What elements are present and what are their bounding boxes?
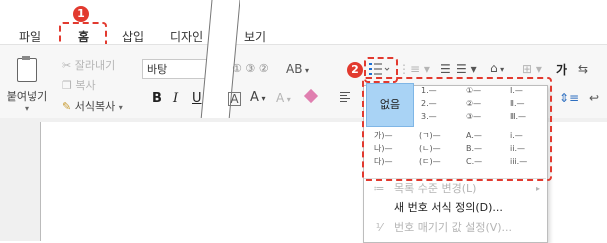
paint-bucket-icon: ⌂ xyxy=(490,61,498,75)
subscript-label: AB xyxy=(286,62,303,76)
text-effect-label: A xyxy=(276,91,285,105)
ribbon-tab-bar: 파일 홈 삽입 디자인 보기 1 xyxy=(0,0,607,50)
list-item: (ㄷ)— xyxy=(419,157,441,166)
align-left-icon[interactable] xyxy=(340,92,350,102)
list-item: C.— xyxy=(466,157,483,166)
list-item: 3.— xyxy=(421,112,437,121)
numbering-none-label: 없음 xyxy=(379,98,401,111)
list-item: Ⅰ.— xyxy=(510,86,523,95)
list-item: Ⅱ.— xyxy=(510,99,525,108)
numbering-cell-jamo[interactable]: (ㄱ)— (ㄴ)— (ㄷ)— xyxy=(419,129,465,173)
paintbrush-icon: ✎ xyxy=(62,100,72,113)
menu-item-label: 번호 매기기 값 설정(V)... xyxy=(394,221,513,234)
numbering-button[interactable] xyxy=(369,62,391,76)
cut-button[interactable]: ✂ 잘라내기 xyxy=(62,57,115,73)
numbering-cell-circled[interactable]: ①— ②— ③— xyxy=(466,84,512,128)
list-item: (ㄱ)— xyxy=(419,131,441,140)
numbering-cell-roman-lower[interactable]: i.— ii.— iii.— xyxy=(510,129,556,173)
numbering-cell-hangul[interactable]: 가)— 나)— 다)— xyxy=(374,129,420,173)
copy-button[interactable]: ❐ 복사 xyxy=(62,77,96,93)
tab-view[interactable]: 보기 xyxy=(244,28,266,45)
list-item: ii.— xyxy=(510,144,525,153)
list-item: i.— xyxy=(510,131,523,140)
menu-item-change-level[interactable]: ≔ 목록 수준 변경(L) ▸ xyxy=(366,180,544,198)
numbering-cell-roman-upper[interactable]: Ⅰ.— Ⅱ.— Ⅲ.— xyxy=(510,84,556,128)
tab-file[interactable]: 파일 xyxy=(19,28,41,45)
char-shade-button[interactable]: A ▾ xyxy=(250,90,265,105)
show-marks-icon[interactable]: ↩ xyxy=(589,91,599,105)
scissors-icon: ✂ xyxy=(62,59,72,72)
chevron-down-icon: ▾ xyxy=(118,103,123,112)
list-item: 가)— xyxy=(374,131,393,140)
list-item: A.— xyxy=(466,131,482,140)
menu-item-set-value[interactable]: ⅟ 번호 매기기 값 설정(V)... xyxy=(366,219,544,237)
list-item: 1.— xyxy=(421,86,437,95)
list-item: Ⅲ.— xyxy=(510,112,527,121)
menu-item-label: 새 번호 서식 정의(D)... xyxy=(394,201,503,214)
decrease-indent-button[interactable]: ☰ xyxy=(440,62,451,76)
numbering-none-cell[interactable]: 없음 xyxy=(366,83,414,127)
numbering-cell-arabic[interactable]: 1.— 2.— 3.— xyxy=(421,84,467,128)
italic-button[interactable]: I xyxy=(173,91,178,106)
char-shade-label: A xyxy=(250,90,259,105)
list-item: ②— xyxy=(466,99,482,108)
text-effect-button[interactable]: A ▾ xyxy=(276,91,291,105)
text-direction-icon[interactable]: ⇆ xyxy=(578,62,588,76)
clipboard-icon xyxy=(17,56,37,82)
numbering-cell-alpha-upper[interactable]: A.— B.— C.— xyxy=(466,129,512,173)
list-item: (ㄴ)— xyxy=(419,144,441,153)
enclosed-char-icons[interactable]: ① ③ ② xyxy=(232,62,269,75)
paste-button[interactable]: 붙여넣기 ▾ xyxy=(6,56,48,113)
paste-label: 붙여넣기 xyxy=(6,90,48,103)
copy-icon: ❐ xyxy=(62,79,72,92)
format-painter-button[interactable]: ✎ 서식복사 ▾ xyxy=(62,98,123,114)
chevron-right-icon: ▸ xyxy=(535,184,540,193)
list-item: 나)— xyxy=(374,144,393,153)
list-item: iii.— xyxy=(510,157,528,166)
list-item: 2.— xyxy=(421,99,437,108)
increase-indent-button[interactable]: ☰ ▾ xyxy=(456,62,477,76)
bold-button[interactable]: B xyxy=(152,91,162,106)
cut-label: 잘라내기 xyxy=(74,59,116,72)
numbering-value-icon: ⅟ xyxy=(375,221,383,234)
font-name-value: 바탕 xyxy=(147,63,168,76)
list-item: B.— xyxy=(466,144,483,153)
eraser-icon[interactable] xyxy=(303,88,319,104)
list-item: ③— xyxy=(466,112,482,121)
list-level-icon: ≔ xyxy=(373,182,385,195)
format-painter-label: 서식복사 xyxy=(74,100,116,113)
callout-2: 2 xyxy=(347,62,363,78)
font-color-button[interactable]: 가 xyxy=(556,61,567,78)
list-item: 다)— xyxy=(374,157,393,166)
menu-divider xyxy=(364,178,546,179)
multilevel-list-button[interactable]: ⋮≡ ▾ xyxy=(398,62,430,76)
subscript-button[interactable]: AB ▾ xyxy=(286,62,309,76)
callout-1: 1 xyxy=(73,6,89,22)
fill-color-button[interactable]: ⌂ ▾ xyxy=(490,61,504,75)
chevron-down-icon: ▾ xyxy=(24,104,29,113)
menu-item-define-new[interactable]: 새 번호 서식 정의(D)... xyxy=(366,199,544,217)
menu-item-label: 목록 수준 변경(L) xyxy=(394,182,477,195)
char-border-button[interactable]: A xyxy=(228,92,241,106)
border-button[interactable]: ⊞ ▾ xyxy=(522,62,542,76)
tab-insert[interactable]: 삽입 xyxy=(122,28,144,45)
copy-label: 복사 xyxy=(75,79,96,92)
list-numbers-icon xyxy=(369,63,390,75)
list-item: ①— xyxy=(466,86,482,95)
line-spacing-icon[interactable]: ⇕≡ xyxy=(559,91,579,105)
